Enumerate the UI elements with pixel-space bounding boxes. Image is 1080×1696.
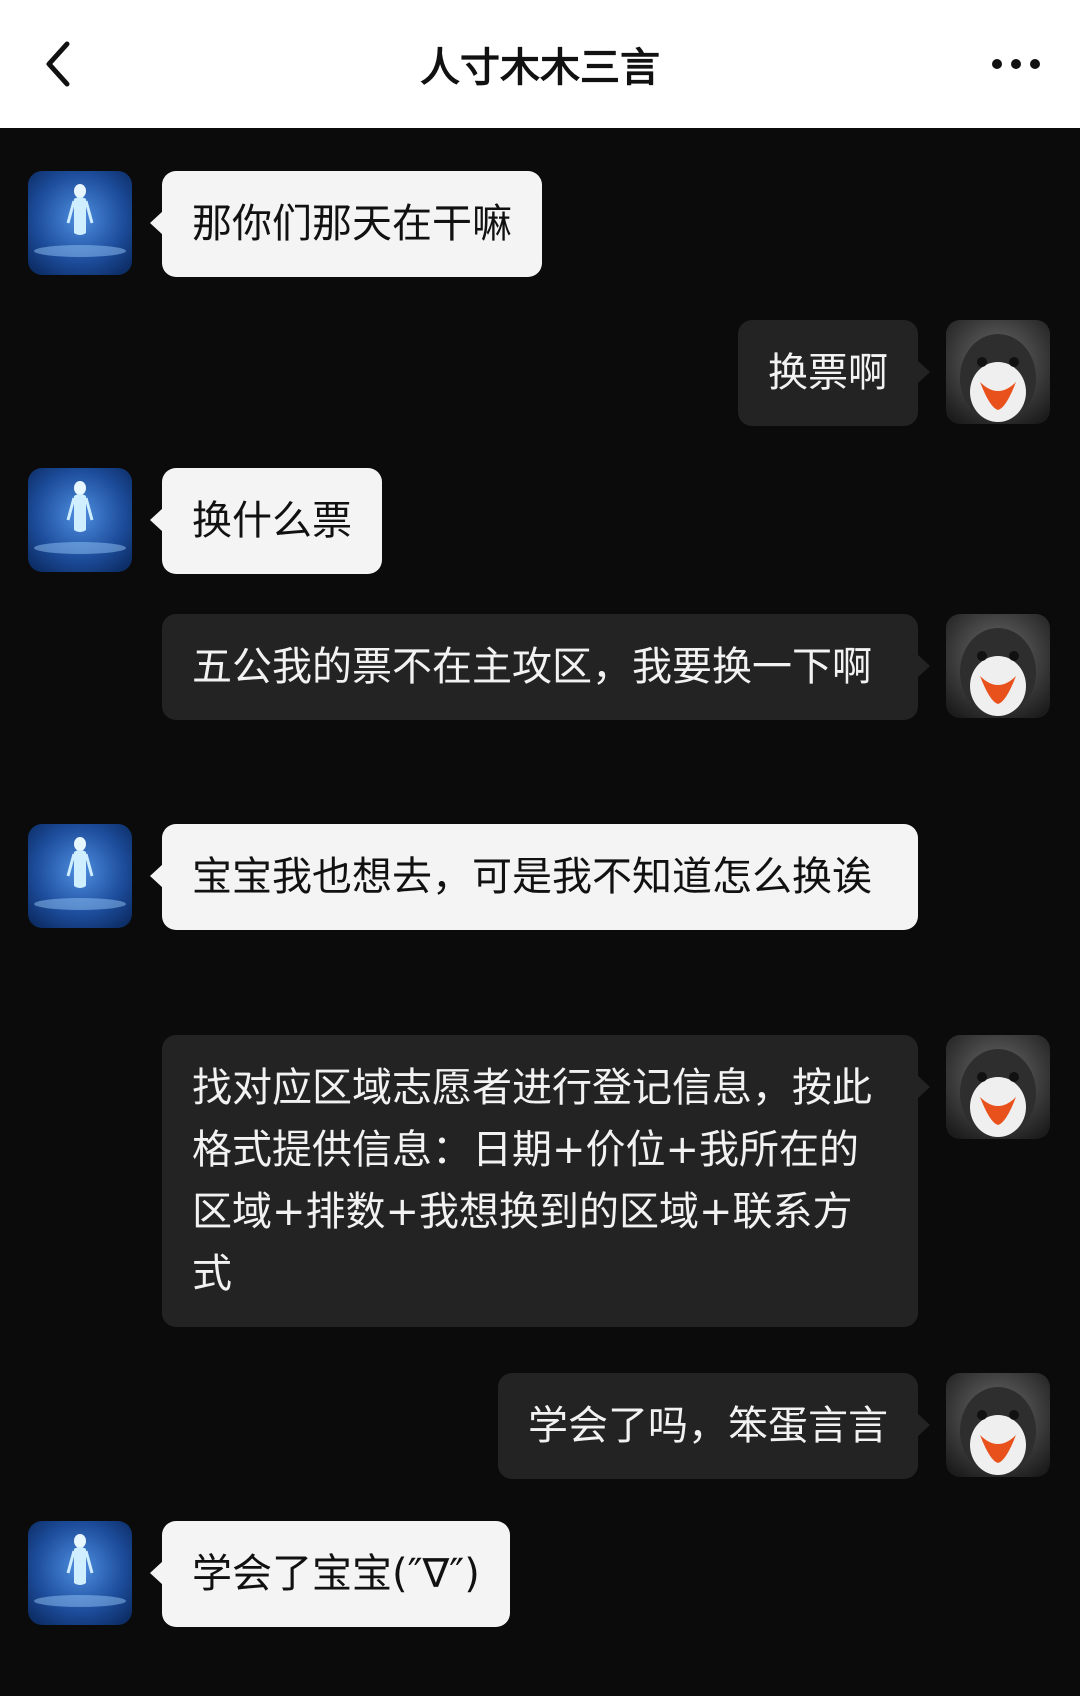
contact-avatar[interactable] xyxy=(28,171,132,275)
more-horizontal-icon xyxy=(992,59,1040,69)
contact-avatar[interactable] xyxy=(28,1521,132,1625)
message-bubble-incoming[interactable]: 那你们那天在干嘛 xyxy=(150,171,542,277)
more-button[interactable] xyxy=(976,34,1056,94)
chat-thread[interactable]: 那你们那天在干嘛 换票啊 换什么票 五公我的票不在主攻区，我要换一下啊 宝宝我也… xyxy=(0,128,1080,1696)
my-avatar[interactable] xyxy=(946,1035,1050,1139)
my-avatar[interactable] xyxy=(946,614,1050,718)
message-bubble-outgoing[interactable]: 换票啊 xyxy=(738,320,930,426)
my-avatar[interactable] xyxy=(946,1373,1050,1477)
message-bubble-outgoing[interactable]: 学会了吗，笨蛋言言 xyxy=(498,1373,930,1479)
my-avatar[interactable] xyxy=(946,320,1050,424)
message-bubble-outgoing[interactable]: 五公我的票不在主攻区，我要换一下啊 xyxy=(162,614,930,720)
message-bubble-outgoing[interactable]: 找对应区域志愿者进行登记信息，按此格式提供信息：日期+价位+我所在的区域+排数+… xyxy=(162,1035,930,1327)
contact-avatar[interactable] xyxy=(28,824,132,928)
chat-title: 人寸木木三言 xyxy=(420,45,660,91)
top-bar: 人寸木木三言 xyxy=(0,0,1080,128)
contact-avatar[interactable] xyxy=(28,468,132,572)
message-bubble-incoming[interactable]: 宝宝我也想去，可是我不知道怎么换诶 xyxy=(150,824,918,930)
message-bubble-incoming[interactable]: 换什么票 xyxy=(150,468,382,574)
message-bubble-incoming[interactable]: 学会了宝宝(″∇″) xyxy=(150,1521,510,1627)
